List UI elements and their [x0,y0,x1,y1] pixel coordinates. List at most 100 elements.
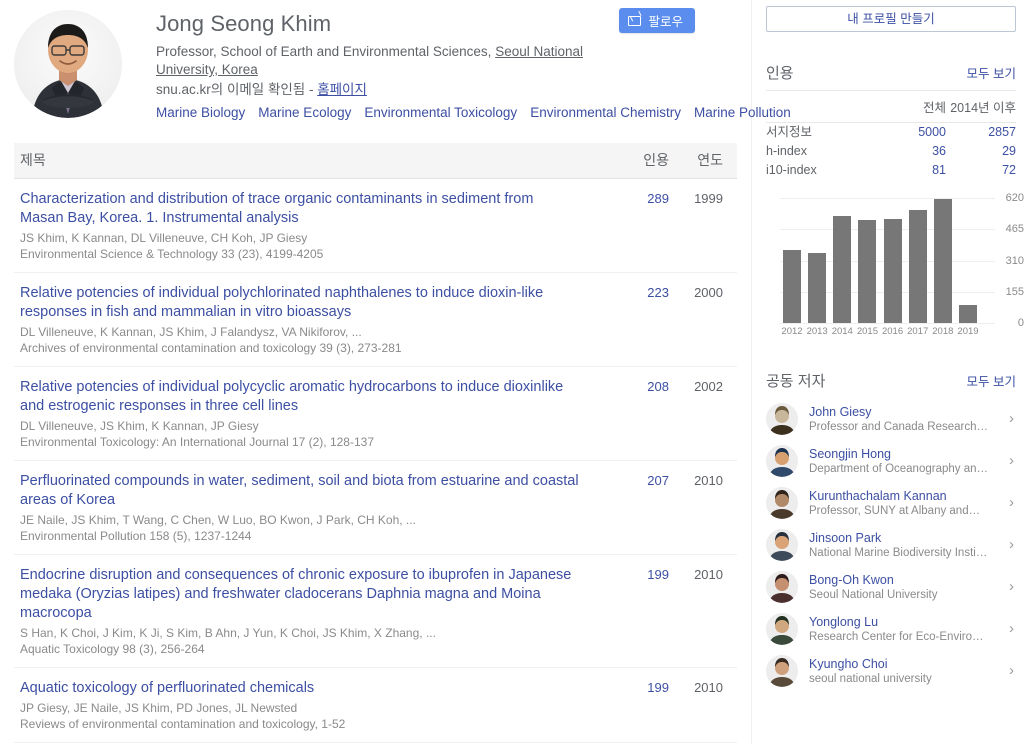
citations-section-header: 인용 모두 보기 [766,62,1016,90]
publication-cited-by-count[interactable]: 223 [609,284,669,356]
follow-button-label: 팔로우 [648,15,683,29]
interest-links: Marine Biology Marine Ecology Environmenta… [156,103,791,123]
publication-title-link[interactable]: Perfluorinated compounds in water, sedim… [20,472,580,510]
list-item[interactable]: John Giesy Professor and Canada Research…… [766,398,1016,440]
publication-venue: Environmental Pollution 158 (5), 1237-12… [20,529,252,543]
coauthor-name-link[interactable]: Seongjin Hong [809,446,998,462]
chart-bar-2012[interactable] [783,250,801,323]
chart-bar-2013[interactable] [808,253,827,323]
chart-bar-column[interactable] [805,198,829,323]
email-verified: snu.ac.kr의 이메일 확인됨 - 홈페이지 [156,80,737,99]
publication-cited-by-count[interactable]: 208 [609,378,669,450]
chart-bar-2014[interactable] [833,216,852,323]
chart-bar-2017[interactable] [908,210,927,323]
publication-venue: Aquatic Toxicology 98 (3), 256-264 [20,642,205,656]
publication-title-link[interactable]: Characterization and distribution of tra… [20,190,580,228]
chart-y-label: 0 [1017,317,1024,329]
chevron-right-icon[interactable]: › [998,411,1014,427]
coauthor-name-link[interactable]: Yonglong Lu [809,614,998,630]
chart-y-label: 465 [1005,223,1024,236]
citation-metric-all[interactable]: 36 [872,142,946,161]
coauthor-text: Kyungho Choi seoul national university [809,656,998,687]
citation-metric-since[interactable]: 72 [946,161,1016,180]
chevron-right-icon[interactable]: › [998,453,1014,469]
publication-title-link[interactable]: Relative potencies of individual polycyc… [20,378,580,416]
citations-view-all-link[interactable]: 모두 보기 [967,63,1016,82]
citations-col-blank [766,90,873,123]
table-row: Perfluorinated compounds in water, sedim… [14,461,737,555]
chevron-right-icon[interactable]: › [998,663,1014,679]
column-header-title[interactable]: 제목 [20,150,609,178]
coauthor-avatar[interactable] [766,445,798,477]
citation-metric-since[interactable]: 29 [946,142,1016,161]
publication-cited-by-count[interactable]: 199 [609,679,669,732]
citation-metric-since[interactable]: 2857 [946,123,1016,143]
coauthors-title: 공동 저자 [766,373,826,390]
coauthor-name-link[interactable]: Bong-Oh Kwon [809,572,998,588]
list-item[interactable]: Seongjin Hong Department of Oceanography … [766,440,1016,482]
coauthor-avatar[interactable] [766,571,798,603]
citations-col-all: 전체 [872,90,947,123]
list-item[interactable]: Jinsoon Park National Marine Biodiversity… [766,524,1016,566]
coauthor-name-link[interactable]: Jinsoon Park [809,530,998,546]
citation-metric-all[interactable]: 5000 [872,123,946,143]
chart-bar-column[interactable] [855,198,879,323]
avatar[interactable] [14,8,126,123]
interest-link-0[interactable]: Marine Biology [156,105,245,120]
publication-cited-by-count[interactable]: 289 [609,190,669,262]
list-item[interactable]: Yonglong Lu Research Center for Eco-Envir… [766,608,1016,650]
list-item[interactable]: Kyungho Choi seoul national university › [766,650,1016,692]
publication-cited-by-count[interactable]: 199 [609,566,669,657]
interest-link-2[interactable]: Environmental Toxicology [364,105,517,120]
publication-title-link[interactable]: Relative potencies of individual polychl… [20,284,580,322]
chart-bar-column[interactable] [931,198,955,323]
column-header-cited-by[interactable]: 인용 [609,150,669,178]
chevron-right-icon[interactable]: › [998,621,1014,637]
follow-button[interactable]: 팔로우 [619,8,695,33]
publication-cited-by-count[interactable]: 207 [609,472,669,544]
chart-bar-column[interactable] [881,198,905,323]
list-item[interactable]: Kurunthachalam Kannan Professor, SUNY at … [766,482,1016,524]
publication-title-link[interactable]: Endocrine disruption and consequences of… [20,566,580,623]
chart-bar-column[interactable] [780,198,804,323]
coauthor-affiliation: Professor, SUNY at Albany and… [809,504,981,517]
chevron-right-icon[interactable]: › [998,495,1014,511]
coauthor-text: Bong-Oh Kwon Seoul National University [809,572,998,603]
coauthor-name-link[interactable]: Kyungho Choi [809,656,998,672]
coauthor-avatar[interactable] [766,655,798,687]
chart-bar-2015[interactable] [858,220,877,323]
chart-bar-2019[interactable] [958,305,977,323]
coauthor-avatar[interactable] [766,613,798,645]
coauthors-view-all-link[interactable]: 모두 보기 [967,371,1016,390]
envelope-icon [628,15,642,26]
chevron-right-icon[interactable]: › [998,579,1014,595]
chart-bar-column[interactable] [830,198,854,323]
publication-authors: JP Giesy, JE Naile, JS Khim, PD Jones, J… [20,701,298,715]
coauthor-name-link[interactable]: Kurunthachalam Kannan [809,488,998,504]
citation-metric-all[interactable]: 81 [872,161,946,180]
coauthor-avatar[interactable] [766,487,798,519]
chart-bar-column[interactable] [956,198,980,323]
column-header-year[interactable]: 연도 [669,150,731,178]
publications-table: 제목 인용 연도 Characterization and distributi… [0,143,751,744]
coauthor-name-link[interactable]: John Giesy [809,404,998,420]
coauthor-avatar[interactable] [766,529,798,561]
chevron-right-icon[interactable]: › [998,537,1014,553]
chart-x-label: 2016 [881,326,904,337]
interest-link-1[interactable]: Marine Ecology [258,105,351,120]
interest-link-3[interactable]: Environmental Chemistry [530,105,681,120]
table-row: Relative potencies of individual polycyc… [14,367,737,461]
create-my-profile-button[interactable]: 내 프로필 만들기 [766,6,1016,32]
chart-bar-2016[interactable] [883,219,902,323]
coauthor-avatar[interactable] [766,403,798,435]
coauthors-section-header: 공동 저자 모두 보기 [766,370,1016,398]
coauthor-avatar-image [766,655,798,687]
citations-table: 전체 2014년 이후 서지정보 5000 2857 h-index 36 29 i10-i… [766,90,1016,180]
list-item[interactable]: Bong-Oh Kwon Seoul National University › [766,566,1016,608]
chart-bar-2018[interactable] [933,199,952,323]
homepage-link[interactable]: 홈페이지 [317,82,367,97]
publication-authors: JS Khim, K Kannan, DL Villeneuve, CH Koh… [20,231,308,245]
publication-title-link[interactable]: Aquatic toxicology of perfluorinated che… [20,679,580,698]
chart-bar-column[interactable] [906,198,930,323]
profile-photo[interactable] [14,10,122,118]
